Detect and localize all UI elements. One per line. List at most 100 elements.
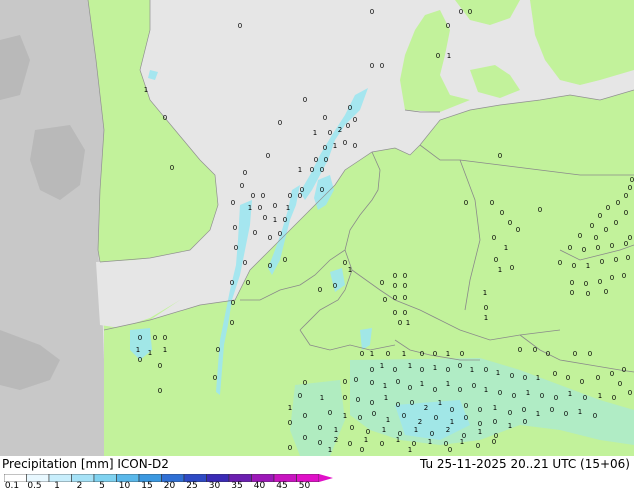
cell-value-label: 0 bbox=[538, 206, 542, 214]
cell-value-label: 2 bbox=[334, 436, 338, 444]
cell-value-label: 0 bbox=[458, 386, 462, 394]
cell-value-label: 0 bbox=[460, 350, 464, 358]
cell-value-label: 1 bbox=[402, 350, 406, 358]
cell-value-label: 0 bbox=[446, 22, 450, 30]
cell-value-label: 0 bbox=[238, 22, 242, 30]
cell-value-label: 1 bbox=[406, 319, 410, 327]
cell-value-label: 0 bbox=[434, 414, 438, 422]
cell-value-label: 0 bbox=[448, 446, 452, 454]
cell-value-label: 0 bbox=[478, 406, 482, 414]
cell-value-label: 0 bbox=[358, 414, 362, 422]
cell-value-label: 0 bbox=[446, 366, 450, 374]
cell-value-label: 1 bbox=[484, 314, 488, 322]
cell-value-label: 1 bbox=[447, 52, 451, 60]
cell-value-label: 0 bbox=[398, 319, 402, 327]
cell-value-label: 0 bbox=[618, 380, 622, 388]
cell-value-label: 0 bbox=[333, 282, 337, 290]
cell-value-label: 0 bbox=[360, 446, 364, 454]
cell-value-label: 0 bbox=[246, 279, 250, 287]
cell-value-label: 0 bbox=[303, 96, 307, 104]
cell-value-label: 1 bbox=[144, 86, 148, 94]
cell-value-label: 0 bbox=[360, 350, 364, 358]
cell-value-label: 0 bbox=[243, 259, 247, 267]
cell-value-label: 0 bbox=[348, 440, 352, 448]
cell-value-label: 0 bbox=[498, 152, 502, 160]
cell-value-label: 1 bbox=[380, 362, 384, 370]
cell-value-label: 0 bbox=[500, 209, 504, 217]
cell-value-label: 0 bbox=[450, 406, 454, 414]
cell-value-label: 0 bbox=[583, 394, 587, 402]
cell-value-label: 0 bbox=[138, 334, 142, 342]
cell-value-label: 1 bbox=[333, 142, 337, 150]
cell-value-label: 0 bbox=[283, 256, 287, 264]
cell-value-label: 0 bbox=[320, 166, 324, 174]
cell-value-label: 0 bbox=[158, 387, 162, 395]
cell-value-label: 1 bbox=[383, 382, 387, 390]
cell-value-label: 0 bbox=[408, 384, 412, 392]
cell-value-label: 1 bbox=[446, 380, 450, 388]
cell-value-label: 1 bbox=[450, 418, 454, 426]
cell-value-label: 0 bbox=[288, 444, 292, 452]
cell-value-label: 0 bbox=[628, 234, 632, 242]
cell-value-label: 1 bbox=[433, 364, 437, 372]
cell-value-label: 0 bbox=[370, 62, 374, 70]
cell-value-label: 0 bbox=[318, 439, 322, 447]
cell-value-label: 0 bbox=[303, 434, 307, 442]
cell-value-label: 0 bbox=[278, 230, 282, 238]
cell-value-label: 0 bbox=[303, 412, 307, 420]
cell-value-label: 0 bbox=[343, 259, 347, 267]
cell-value-label: 0 bbox=[318, 424, 322, 432]
cell-value-label: 0 bbox=[403, 294, 407, 302]
cell-value-label: 0 bbox=[343, 139, 347, 147]
cell-value-label: 0 bbox=[610, 242, 614, 250]
cell-value-label: 0 bbox=[476, 442, 480, 450]
cell-value-label: 0 bbox=[266, 152, 270, 160]
cell-value-label: 1 bbox=[460, 438, 464, 446]
cell-value-label: 1 bbox=[136, 346, 140, 354]
cell-value-label: 0 bbox=[622, 272, 626, 280]
cell-value-label: 0 bbox=[353, 116, 357, 124]
cell-value-label: 0 bbox=[472, 382, 476, 390]
cell-value-label: 1 bbox=[273, 216, 277, 224]
cell-value-label: 0 bbox=[343, 394, 347, 402]
cell-value-label: 1 bbox=[578, 408, 582, 416]
cell-value-label: 0 bbox=[573, 350, 577, 358]
cell-value-label: 1 bbox=[408, 446, 412, 454]
cell-value-label: 0 bbox=[393, 272, 397, 280]
cell-value-label: 0 bbox=[558, 259, 562, 267]
cell-value-label: 1 bbox=[483, 289, 487, 297]
cell-value-label: 0 bbox=[614, 219, 618, 227]
cell-value-label: 0 bbox=[170, 164, 174, 172]
cell-value-label: 0 bbox=[518, 346, 522, 354]
cell-value-label: 0 bbox=[396, 401, 400, 409]
cell-value-label: 0 bbox=[163, 334, 167, 342]
colorbar-segment bbox=[93, 474, 117, 482]
cell-value-label: 0 bbox=[410, 399, 414, 407]
cell-value-label: 0 bbox=[484, 366, 488, 374]
cell-value-label: 0 bbox=[596, 374, 600, 382]
cell-value-label: 1 bbox=[286, 204, 290, 212]
cell-value-label: 1 bbox=[248, 204, 252, 212]
cell-value-label: 0 bbox=[346, 122, 350, 130]
cell-value-label: 0 bbox=[614, 256, 618, 264]
cell-value-label: 1 bbox=[396, 436, 400, 444]
cell-value-label: 0 bbox=[540, 392, 544, 400]
cell-value-label: 0 bbox=[510, 264, 514, 272]
cell-value-label: 0 bbox=[550, 406, 554, 414]
cell-value-label: 0 bbox=[350, 424, 354, 432]
cell-value-label: 0 bbox=[510, 372, 514, 380]
cell-value-label: 0 bbox=[412, 440, 416, 448]
cell-value-label: 0 bbox=[606, 204, 610, 212]
cell-value-label: 0 bbox=[393, 309, 397, 317]
cell-value-label: 0 bbox=[366, 428, 370, 436]
cell-value-label: 0 bbox=[628, 184, 632, 192]
cell-value-label: 0 bbox=[273, 202, 277, 210]
cell-value-label: 0 bbox=[433, 350, 437, 358]
cell-value-label: 0 bbox=[216, 346, 220, 354]
cell-value-label: 0 bbox=[533, 346, 537, 354]
cell-value-label: 1 bbox=[386, 416, 390, 424]
cell-value-label: 0 bbox=[566, 374, 570, 382]
cell-value-label: 0 bbox=[278, 119, 282, 127]
cell-value-label: 1 bbox=[298, 166, 302, 174]
cell-value-label: 0 bbox=[213, 374, 217, 382]
